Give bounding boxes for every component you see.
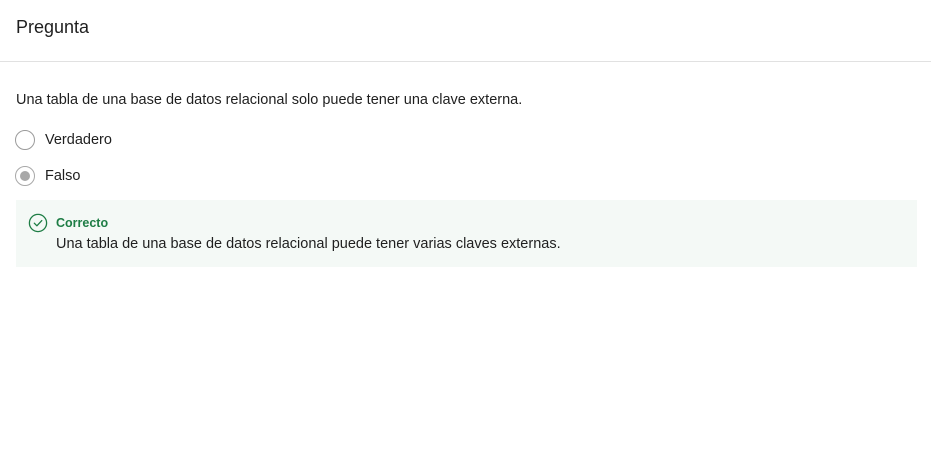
radio-selected-dot — [20, 171, 30, 181]
feedback-body: Correcto Una tabla de una base de datos … — [56, 212, 561, 254]
answer-options: Verdadero Falso — [15, 128, 915, 188]
question-text: Una tabla de una base de datos relaciona… — [16, 92, 523, 108]
feedback-panel: Correcto Una tabla de una base de datos … — [16, 200, 917, 267]
feedback-status: Correcto — [56, 216, 109, 230]
page-title: Pregunta — [16, 17, 90, 37]
option-label: Verdadero — [45, 132, 112, 148]
radio-verdadero[interactable] — [15, 130, 35, 150]
question-content: Una tabla de una base de datos relaciona… — [0, 62, 931, 267]
question-header: Pregunta — [0, 0, 931, 62]
option-verdadero[interactable]: Verdadero — [15, 128, 915, 152]
check-circle-icon — [28, 213, 48, 233]
radio-falso[interactable] — [15, 166, 35, 186]
option-label: Falso — [45, 168, 81, 184]
option-falso[interactable]: Falso — [15, 164, 915, 188]
feedback-explanation: Una tabla de una base de datos relaciona… — [56, 236, 561, 252]
